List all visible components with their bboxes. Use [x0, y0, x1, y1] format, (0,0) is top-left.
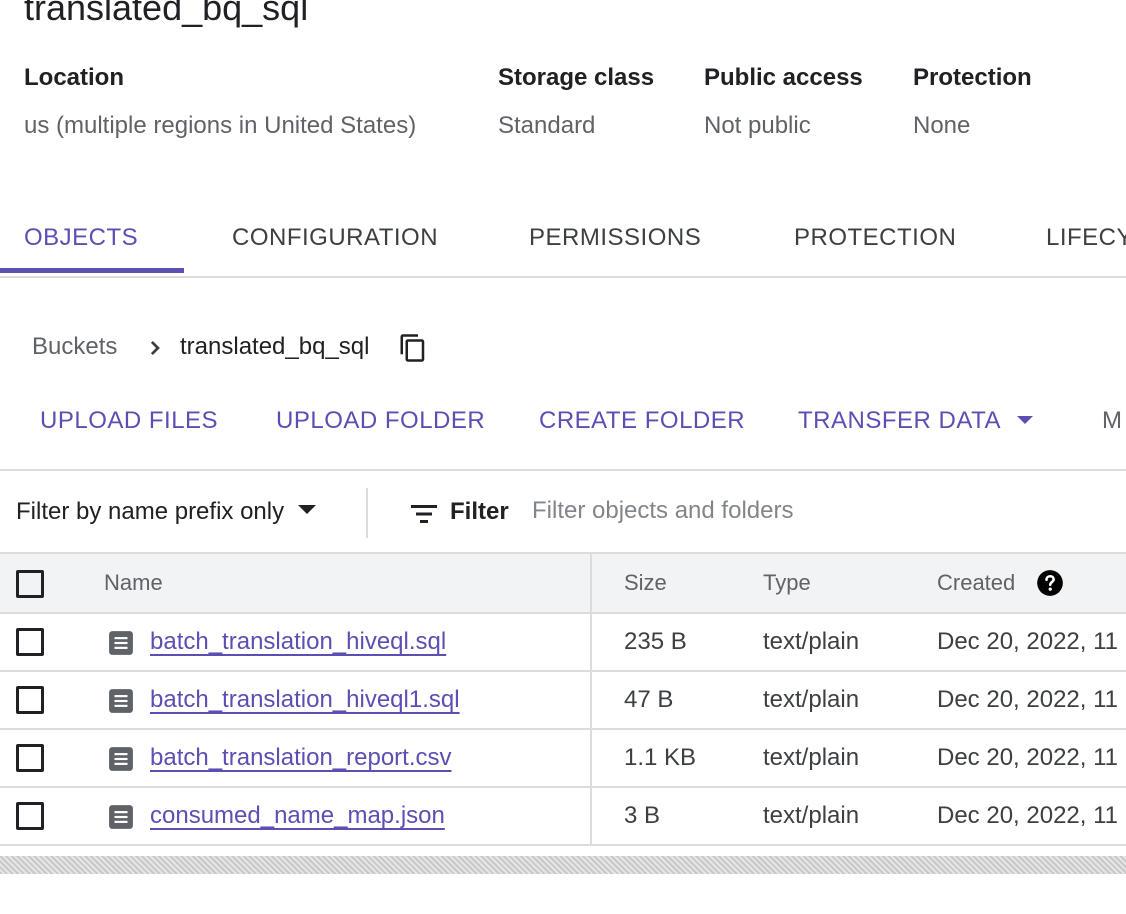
file-size: 235 B — [624, 628, 687, 655]
table-header: Name Size Type Created — [0, 552, 1126, 614]
protection-value: None — [913, 112, 971, 139]
tab-objects[interactable]: OBJECTS — [24, 224, 138, 252]
bucket-title: translated_bq_sql — [24, 0, 309, 28]
column-divider — [590, 554, 592, 612]
column-divider — [590, 788, 592, 844]
transfer-data-button[interactable]: TRANSFER DATA — [798, 407, 1033, 435]
tab-configuration[interactable]: CONFIGURATION — [232, 224, 438, 252]
column-divider — [590, 614, 592, 670]
column-divider — [590, 730, 592, 786]
file-size: 47 B — [624, 686, 674, 713]
breadcrumb-current: translated_bq_sql — [180, 333, 370, 360]
copy-icon[interactable] — [398, 333, 428, 363]
location-label: Location — [24, 64, 124, 91]
column-size[interactable]: Size — [624, 570, 667, 596]
filter-mode-select[interactable]: Filter by name prefix only — [16, 498, 317, 526]
filter-input[interactable] — [530, 486, 1094, 536]
column-created[interactable]: Created — [937, 570, 1015, 596]
file-type: text/plain — [763, 802, 860, 829]
chevron-down-icon — [1016, 415, 1033, 424]
select-all-checkbox[interactable] — [16, 570, 44, 598]
file-icon — [109, 747, 133, 771]
file-created: Dec 20, 2022, 11 — [937, 802, 1119, 829]
tab-bar: OBJECTS CONFIGURATION PERMISSIONS PROTEC… — [0, 200, 1126, 278]
tab-lifecycle[interactable]: LIFECY — [1046, 224, 1126, 252]
tab-protection[interactable]: PROTECTION — [794, 224, 956, 252]
column-type[interactable]: Type — [763, 570, 811, 596]
table-row: batch_translation_hiveql1.sql 47 B text/… — [0, 672, 1126, 730]
upload-folder-button[interactable]: UPLOAD FOLDER — [276, 407, 485, 435]
file-type: text/plain — [763, 686, 860, 713]
divider — [366, 488, 368, 538]
column-name[interactable]: Name — [104, 570, 163, 596]
protection-label: Protection — [913, 64, 1032, 91]
table-row: batch_translation_report.csv 1.1 KB text… — [0, 730, 1126, 788]
row-checkbox[interactable] — [16, 686, 44, 714]
storage-class-label: Storage class — [498, 64, 655, 91]
public-access-label: Public access — [704, 64, 863, 91]
horizontal-scrollbar[interactable] — [0, 856, 1126, 874]
file-size: 1.1 KB — [624, 744, 697, 771]
more-button[interactable]: M — [1102, 407, 1123, 435]
chevron-right-icon — [150, 340, 160, 356]
file-type: text/plain — [763, 744, 860, 771]
row-checkbox[interactable] — [16, 628, 44, 656]
file-created: Dec 20, 2022, 11 — [937, 628, 1119, 655]
file-icon — [109, 631, 133, 655]
filter-bar: Filter by name prefix only Filter — [0, 472, 1126, 552]
tab-permissions[interactable]: PERMISSIONS — [529, 224, 701, 252]
upload-files-button[interactable]: UPLOAD FILES — [40, 407, 218, 435]
objects-table: Name Size Type Created batch_translation… — [0, 552, 1126, 846]
table-row: batch_translation_hiveql.sql 235 B text/… — [0, 614, 1126, 672]
file-icon — [109, 805, 133, 829]
file-created: Dec 20, 2022, 11 — [937, 744, 1119, 771]
table-row: consumed_name_map.json 3 B text/plain De… — [0, 788, 1126, 846]
filter-mode-label: Filter by name prefix only — [16, 498, 285, 525]
breadcrumb-buckets[interactable]: Buckets — [32, 333, 117, 360]
file-name-link[interactable]: consumed_name_map.json — [150, 802, 445, 830]
file-created: Dec 20, 2022, 11 — [937, 686, 1119, 713]
file-name-link[interactable]: batch_translation_report.csv — [150, 744, 452, 772]
caret-down-icon — [298, 505, 317, 515]
filter-icon — [411, 505, 437, 523]
file-type: text/plain — [763, 628, 860, 655]
file-name-link[interactable]: batch_translation_hiveql.sql — [150, 628, 446, 656]
help-icon[interactable] — [1036, 569, 1064, 597]
action-bar: UPLOAD FILES UPLOAD FOLDER CREATE FOLDER… — [0, 395, 1126, 471]
active-tab-indicator — [0, 268, 184, 273]
breadcrumb: Buckets translated_bq_sql — [32, 333, 425, 362]
file-name-link[interactable]: batch_translation_hiveql1.sql — [150, 686, 460, 714]
public-access-value: Not public — [704, 112, 811, 139]
file-icon — [109, 689, 133, 713]
storage-class-value: Standard — [498, 112, 596, 139]
location-value: us (multiple regions in United States) — [24, 112, 417, 139]
row-checkbox[interactable] — [16, 802, 44, 830]
column-divider — [590, 672, 592, 728]
row-checkbox[interactable] — [16, 744, 44, 772]
transfer-data-label: TRANSFER DATA — [798, 407, 1001, 434]
filter-button-label: Filter — [450, 498, 509, 525]
create-folder-button[interactable]: CREATE FOLDER — [539, 407, 745, 435]
file-size: 3 B — [624, 802, 661, 829]
